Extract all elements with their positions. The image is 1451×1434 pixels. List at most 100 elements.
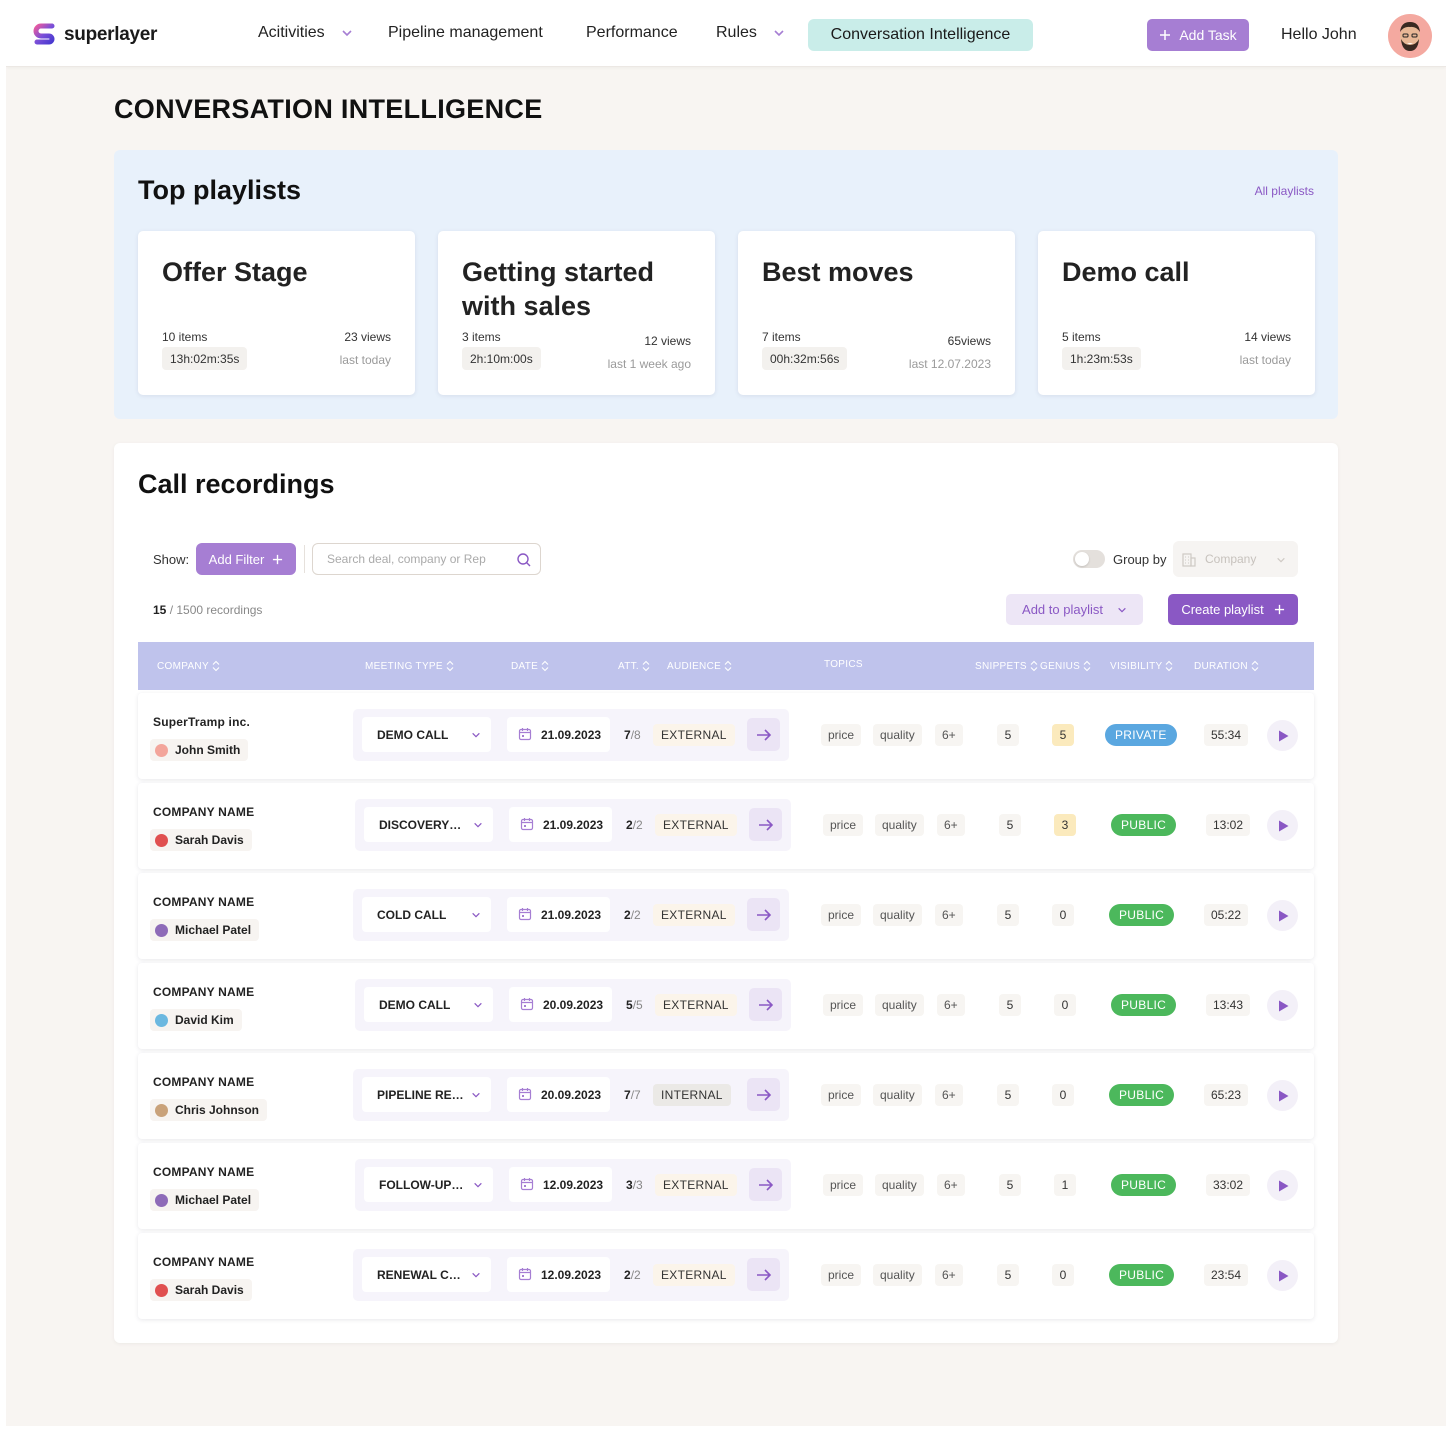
open-meeting-button[interactable] [749,988,782,1021]
all-playlists-link[interactable]: All playlists [1255,184,1314,198]
visibility-badge[interactable]: PUBLIC [1109,904,1175,926]
topic-tag[interactable]: price [821,904,862,926]
play-button[interactable] [1267,990,1298,1021]
topic-tag[interactable]: quality [873,1084,922,1106]
nav-pipeline-management[interactable]: Pipeline management [388,24,543,42]
topics-more[interactable]: 6+ [935,1264,963,1286]
visibility-badge[interactable]: PUBLIC [1111,1174,1177,1196]
nav-conversation-intelligence[interactable]: Conversation Intelligence [808,19,1033,51]
rep-chip[interactable]: Chris Johnson [150,1099,268,1121]
playlist-card[interactable]: Demo call 5 items 14 views 1h:23m:53s la… [1038,231,1315,395]
playlist-card[interactable]: Offer Stage 10 items 23 views 13h:02m:35… [138,231,415,395]
col-snippets[interactable]: SNIPPETS [975,660,1038,672]
open-meeting-button[interactable] [749,1168,782,1201]
topics-more[interactable]: 6+ [937,1174,965,1196]
topics-more[interactable]: 6+ [937,814,965,836]
table-row[interactable]: SuperTramp inc. John Smith DEMO CALL 21.09.… [138,693,1314,779]
add-to-playlist-button[interactable]: Add to playlist [1006,594,1143,625]
col-date[interactable]: DATE [511,660,549,672]
search-box[interactable] [312,543,541,575]
col-visibility[interactable]: VISIBILITY [1110,660,1173,672]
rep-chip[interactable]: Sarah Davis [150,829,252,851]
group-by-select[interactable]: Company [1173,541,1298,577]
add-task-button[interactable]: Add Task [1147,19,1249,51]
col-company[interactable]: COMPANY [157,660,220,672]
topic-tag[interactable]: price [823,814,864,836]
brand-logo[interactable]: superlayer [32,22,157,48]
date-field[interactable]: 20.09.2023 [509,987,612,1022]
table-row[interactable]: COMPANY NAME Michael Patel COLD CALL 21.09.… [138,873,1314,959]
meeting-type-select[interactable]: RENEWAL C… [362,1257,491,1292]
table-row[interactable]: COMPANY NAME Michael Patel FOLLOW-UP… 12.09… [138,1143,1314,1229]
date-field[interactable]: 21.09.2023 [507,897,610,932]
table-row[interactable]: COMPANY NAME Sarah Davis DISCOVERY… 21.09.2… [138,783,1314,869]
play-button[interactable] [1267,1080,1298,1111]
create-playlist-button[interactable]: Create playlist [1168,594,1298,625]
date-field[interactable]: 21.09.2023 [507,717,610,752]
company-name[interactable]: COMPANY NAME [153,1075,254,1089]
company-name[interactable]: COMPANY NAME [153,895,254,909]
open-meeting-button[interactable] [747,1258,780,1291]
col-meeting-type[interactable]: MEETING TYPE [365,660,454,672]
visibility-badge[interactable]: PUBLIC [1109,1264,1175,1286]
visibility-badge[interactable]: PUBLIC [1111,814,1177,836]
open-meeting-button[interactable] [747,898,780,931]
rep-chip[interactable]: Michael Patel [150,919,260,941]
topic-tag[interactable]: price [821,724,862,746]
play-button[interactable] [1267,900,1298,931]
topic-tag[interactable]: quality [875,994,924,1016]
meeting-type-select[interactable]: DISCOVERY… [364,807,493,842]
topic-tag[interactable]: quality [873,1264,922,1286]
col-attendees[interactable]: ATT. [618,660,650,672]
open-meeting-button[interactable] [749,808,782,841]
date-field[interactable]: 20.09.2023 [507,1077,610,1112]
topic-tag[interactable]: price [821,1264,862,1286]
date-field[interactable]: 12.09.2023 [507,1257,610,1292]
rep-chip[interactable]: David Kim [150,1009,242,1031]
date-field[interactable]: 21.09.2023 [509,807,612,842]
date-field[interactable]: 12.09.2023 [509,1167,612,1202]
rep-chip[interactable]: Michael Patel [150,1189,260,1211]
meeting-type-select[interactable]: FOLLOW-UP… [364,1167,493,1202]
nav-rules[interactable]: Rules [716,24,785,42]
topics-more[interactable]: 6+ [935,724,963,746]
topics-more[interactable]: 6+ [935,904,963,926]
nav-activities[interactable]: Acitivities [258,24,353,42]
topic-tag[interactable]: quality [875,1174,924,1196]
meeting-type-select[interactable]: PIPELINE RE… [362,1077,491,1112]
table-row[interactable]: COMPANY NAME Sarah Davis RENEWAL C… 12.09.2… [138,1233,1314,1319]
playlist-card[interactable]: Getting started with sales 3 items 12 vi… [438,231,715,395]
topic-tag[interactable]: quality [875,814,924,836]
play-button[interactable] [1267,1260,1298,1291]
col-genius[interactable]: GENIUS [1040,660,1091,672]
col-duration[interactable]: DURATION [1194,660,1259,672]
company-name[interactable]: COMPANY NAME [153,805,254,819]
nav-performance[interactable]: Performance [586,24,678,42]
col-audience[interactable]: AUDIENCE [667,660,732,672]
company-name[interactable]: COMPANY NAME [153,985,254,999]
topics-more[interactable]: 6+ [937,994,965,1016]
search-input[interactable] [327,552,507,566]
topics-more[interactable]: 6+ [935,1084,963,1106]
company-name[interactable]: COMPANY NAME [153,1165,254,1179]
play-button[interactable] [1267,810,1298,841]
company-name[interactable]: SuperTramp inc. [153,715,250,729]
rep-chip[interactable]: Sarah Davis [150,1279,252,1301]
topic-tag[interactable]: price [823,1174,864,1196]
topic-tag[interactable]: quality [873,904,922,926]
user-avatar[interactable] [1388,14,1432,58]
visibility-badge[interactable]: PRIVATE [1105,724,1177,746]
table-row[interactable]: COMPANY NAME Chris Johnson PIPELINE RE… 20.… [138,1053,1314,1139]
search-icon[interactable] [516,552,532,568]
meeting-type-select[interactable]: COLD CALL [362,897,491,932]
group-by-toggle[interactable] [1073,550,1105,568]
company-name[interactable]: COMPANY NAME [153,1255,254,1269]
play-button[interactable] [1267,1170,1298,1201]
topic-tag[interactable]: price [823,994,864,1016]
meeting-type-select[interactable]: DEMO CALL [364,987,493,1022]
table-row[interactable]: COMPANY NAME David Kim DEMO CALL 20.09.2023… [138,963,1314,1049]
meeting-type-select[interactable]: DEMO CALL [362,717,491,752]
visibility-badge[interactable]: PUBLIC [1109,1084,1175,1106]
topic-tag[interactable]: price [821,1084,862,1106]
rep-chip[interactable]: John Smith [150,739,249,761]
